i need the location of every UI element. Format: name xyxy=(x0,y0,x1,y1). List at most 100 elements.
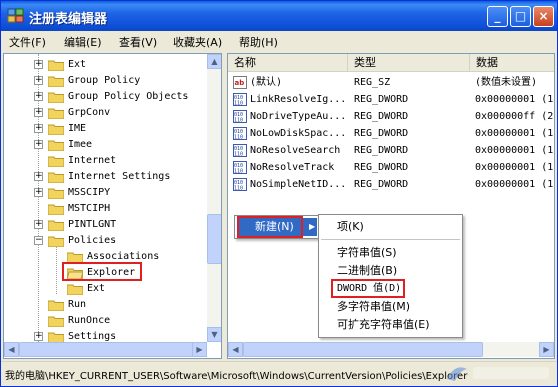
scroll-left-arrow-icon[interactable]: ◀ xyxy=(228,342,243,357)
value-row[interactable]: 010 110 NoDriveTypeAu... REG_DWORD 0x0000… xyxy=(228,108,554,125)
scroll-right-arrow-icon[interactable]: ▶ xyxy=(192,342,207,357)
title-bar[interactable]: 注册表编辑器 _ □ × xyxy=(1,1,557,31)
scroll-left-arrow-icon[interactable]: ◀ xyxy=(4,342,19,357)
maximize-button[interactable]: □ xyxy=(510,6,531,27)
value-name: (默认) xyxy=(250,77,283,88)
dword-value-icon: 010110 xyxy=(233,144,247,157)
value-name: LinkResolveIg... xyxy=(250,94,347,105)
new-submenu: 项(K) 字符串值(S) 二进制值(B) DWORD 值(D) 多字符串值(M)… xyxy=(318,214,463,338)
submenu-expandable-string-value[interactable]: 可扩充字符串值(E) xyxy=(337,316,430,334)
value-row[interactable]: 010 110 NoLowDiskSpac... REG_DWORD 0x0000… xyxy=(228,125,554,142)
list-horizontal-scrollbar[interactable]: ◀ ▶ xyxy=(228,342,554,357)
collapse-toggle[interactable]: − xyxy=(34,236,43,245)
column-header-type[interactable]: 类型 xyxy=(348,54,470,72)
tree-item-label: MSSCIPY xyxy=(68,187,111,198)
value-name: NoSimpleNetID... xyxy=(250,179,347,190)
tree-item-label: MSTCIPH xyxy=(68,203,111,214)
expand-toggle[interactable]: + xyxy=(34,124,43,133)
tree-item-label: GrpConv xyxy=(68,107,111,118)
folder-icon xyxy=(48,220,64,231)
value-row[interactable]: 010 110 LinkResolveIg... REG_DWORD 0x0000… xyxy=(228,91,554,108)
submenu-binary-value[interactable]: 二进制值(B) xyxy=(337,262,397,280)
value-type: REG_DWORD xyxy=(354,179,409,190)
folder-icon xyxy=(48,60,64,71)
svg-text:110: 110 xyxy=(234,118,243,124)
folder-icon xyxy=(48,76,64,87)
tree-item-label: Imee xyxy=(68,139,93,150)
expand-toggle[interactable]: + xyxy=(34,172,43,181)
submenu-string-value[interactable]: 字符串值(S) xyxy=(337,244,397,262)
value-name: NoLowDiskSpac... xyxy=(250,128,347,139)
scroll-right-arrow-icon[interactable]: ▶ xyxy=(539,342,554,357)
folder-icon xyxy=(48,156,64,167)
expand-toggle[interactable]: + xyxy=(34,332,43,341)
value-name: NoResolveSearch xyxy=(250,145,341,156)
tree-item-label: Ext xyxy=(68,59,87,70)
value-row[interactable]: ab (默认) REG_SZ (数值未设置) xyxy=(228,74,554,91)
expand-toggle[interactable]: + xyxy=(34,188,43,197)
open-folder-icon xyxy=(48,236,64,247)
value-name: NoResolveTrack xyxy=(250,162,335,173)
column-header-row: 名称 类型 数据 xyxy=(228,54,554,72)
expand-toggle[interactable]: + xyxy=(34,76,43,85)
tree-item-label: Ext xyxy=(87,283,106,294)
submenu-multi-string-value[interactable]: 多字符串值(M) xyxy=(337,298,410,316)
tree-item-label: Group Policy xyxy=(68,75,141,86)
value-row[interactable]: 010 110 NoResolveSearch REG_DWORD 0x00000… xyxy=(228,142,554,159)
value-type: REG_SZ xyxy=(354,77,391,88)
value-data: 0x00000001 (1 xyxy=(475,145,554,156)
menu-edit[interactable]: 编辑(E) xyxy=(64,34,102,50)
tree-item-label: Run xyxy=(68,299,87,310)
value-type: REG_DWORD xyxy=(354,162,409,173)
expand-toggle[interactable]: + xyxy=(34,108,43,117)
tree-vertical-scrollbar[interactable]: ▲ ▼ xyxy=(207,54,221,342)
svg-text:110: 110 xyxy=(234,101,243,107)
value-type: REG_DWORD xyxy=(354,94,409,105)
expand-toggle[interactable]: + xyxy=(34,92,43,101)
svg-text:110: 110 xyxy=(234,152,243,158)
value-data: (数值未设置) xyxy=(475,77,538,88)
expand-toggle[interactable]: + xyxy=(34,220,43,229)
value-row[interactable]: 010 110 NoSimpleNetID... REG_DWORD 0x0000… xyxy=(228,176,554,193)
menu-view[interactable]: 查看(V) xyxy=(119,34,157,50)
scroll-up-arrow-icon[interactable]: ▲ xyxy=(207,54,221,69)
dword-value-icon: 010110 xyxy=(233,127,247,140)
expand-toggle[interactable]: + xyxy=(34,140,43,149)
svg-text:110: 110 xyxy=(234,135,243,141)
scroll-thumb[interactable] xyxy=(243,342,483,357)
watermark-logo xyxy=(441,359,557,387)
dword-value-icon: 010110 xyxy=(233,178,247,191)
folder-icon xyxy=(48,300,64,311)
window-title: 注册表编辑器 xyxy=(29,12,108,27)
tree-horizontal-scrollbar[interactable]: ◀ ▶ xyxy=(4,342,207,357)
menu-help[interactable]: 帮助(H) xyxy=(239,34,278,50)
close-button[interactable]: × xyxy=(533,6,554,27)
column-header-name[interactable]: 名称 xyxy=(228,54,348,72)
column-header-data[interactable]: 数据 xyxy=(470,54,554,72)
selected-key-highlight-box xyxy=(62,262,142,281)
minimize-button[interactable]: _ xyxy=(487,6,508,27)
tree-item-label: IME xyxy=(68,123,87,134)
scroll-down-arrow-icon[interactable]: ▼ xyxy=(207,327,221,342)
scroll-thumb[interactable] xyxy=(207,214,221,264)
dword-highlight-box xyxy=(331,279,405,298)
menu-favorites[interactable]: 收藏夹(A) xyxy=(173,34,222,50)
submenu-key[interactable]: 项(K) xyxy=(337,218,364,236)
tree-item-label: RunOnce xyxy=(68,315,111,326)
tree-item-label: Internet xyxy=(68,155,117,166)
expand-toggle[interactable]: + xyxy=(34,60,43,69)
value-data: 0x00000001 (1 xyxy=(475,94,554,105)
folder-icon xyxy=(48,92,64,103)
new-menu-highlight-box xyxy=(237,216,303,238)
value-row[interactable]: 010 110 NoResolveTrack REG_DWORD 0x000000… xyxy=(228,159,554,176)
dword-value-icon: 010110 xyxy=(233,161,247,174)
registry-editor-window: 注册表编辑器 _ □ × 文件(F) 编辑(E) 查看(V) 收藏夹(A) 帮助… xyxy=(0,0,558,387)
menu-file[interactable]: 文件(F) xyxy=(9,34,46,50)
tree-item-label: Group Policy Objects xyxy=(68,91,189,102)
scroll-thumb[interactable] xyxy=(19,342,202,357)
svg-text:110: 110 xyxy=(234,186,243,192)
status-key-path: 我的电脑\HKEY_CURRENT_USER\Software\Microsof… xyxy=(5,371,468,382)
key-tree-pane[interactable]: + Ext + Group Policy + Group Policy Obje… xyxy=(3,53,222,359)
folder-icon xyxy=(48,140,64,151)
folder-icon xyxy=(48,172,64,183)
